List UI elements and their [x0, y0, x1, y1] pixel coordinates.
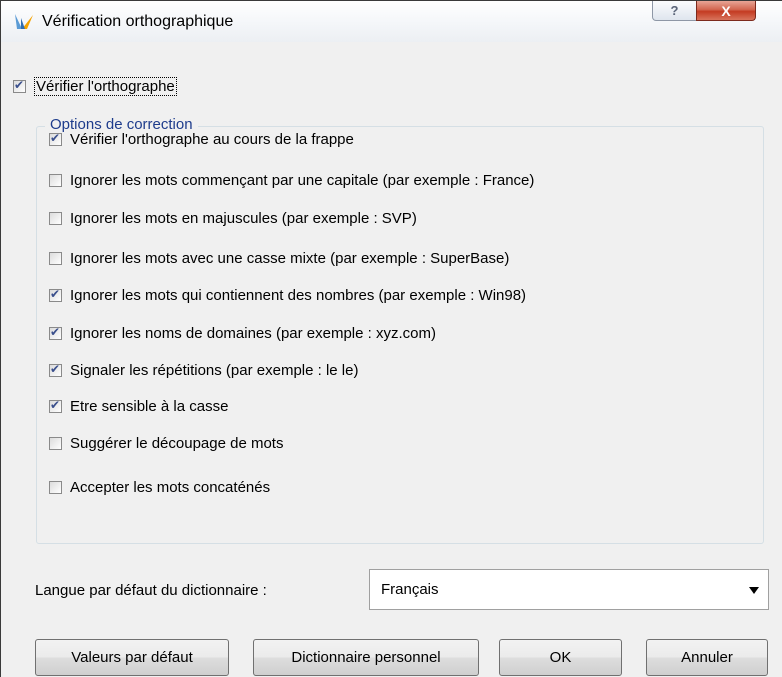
language-select-value: Français: [381, 581, 439, 598]
close-button[interactable]: X: [696, 1, 756, 21]
cancel-button[interactable]: Annuler: [646, 639, 768, 676]
option-label: Ignorer les mots avec une casse mixte (p…: [70, 250, 510, 267]
option-row[interactable]: Ignorer les mots commençant par une capi…: [49, 172, 534, 189]
option-row[interactable]: Signaler les répétitions (par exemple : …: [49, 362, 358, 379]
option-checkbox[interactable]: [49, 131, 62, 146]
option-label: Ignorer les noms de domaines (par exempl…: [70, 325, 436, 342]
option-label: Ignorer les mots qui contiennent des nom…: [70, 287, 527, 304]
option-label: Signaler les répétitions (par exemple : …: [70, 362, 359, 379]
option-row[interactable]: Ignorer les mots en majuscules (par exem…: [49, 210, 417, 227]
option-row[interactable]: Ignorer les mots avec une casse mixte (p…: [49, 250, 509, 267]
option-checkbox[interactable]: [49, 325, 62, 340]
option-row[interactable]: Accepter les mots concaténés: [49, 479, 270, 496]
chevron-down-icon[interactable]: [749, 587, 759, 594]
option-checkbox[interactable]: [49, 287, 62, 302]
option-checkbox[interactable]: [49, 212, 62, 225]
option-row[interactable]: Ignorer les mots qui contiennent des nom…: [49, 287, 526, 304]
option-checkbox[interactable]: [49, 362, 62, 377]
option-label: Accepter les mots concaténés: [70, 479, 271, 496]
spell-check-checkbox[interactable]: [13, 78, 26, 93]
option-label: Ignorer les mots commençant par une capi…: [70, 172, 535, 189]
option-label: Vérifier l'orthographe au cours de la fr…: [70, 131, 354, 148]
option-checkbox[interactable]: [49, 252, 62, 265]
ok-button[interactable]: OK: [499, 639, 622, 676]
dialog-window: Vérification orthographique ? X Vérifier…: [0, 0, 782, 677]
option-row[interactable]: Ignorer les noms de domaines (par exempl…: [49, 325, 436, 342]
defaults-button[interactable]: Valeurs par défaut: [35, 639, 229, 676]
option-checkbox[interactable]: [49, 174, 62, 187]
option-label: Suggérer le découpage de mots: [70, 435, 284, 452]
option-row[interactable]: Etre sensible à la casse: [49, 398, 228, 415]
option-row[interactable]: Suggérer le découpage de mots: [49, 435, 283, 452]
spell-check-label: Vérifier l'orthographe: [34, 77, 177, 96]
option-checkbox[interactable]: [49, 437, 62, 450]
window-title: Vérification orthographique: [42, 13, 234, 30]
language-label: Langue par défaut du dictionnaire :: [35, 582, 267, 599]
option-checkbox[interactable]: [49, 398, 62, 413]
spell-check-toggle[interactable]: Vérifier l'orthographe: [13, 77, 177, 96]
option-checkbox[interactable]: [49, 481, 62, 494]
app-logo-icon: [15, 14, 33, 29]
help-button[interactable]: ?: [652, 1, 697, 21]
dialog-content: Vérifier l'orthographe Options de correc…: [1, 42, 782, 677]
title-bar[interactable]: Vérification orthographique ? X: [1, 1, 782, 42]
personal-dictionary-button[interactable]: Dictionnaire personnel: [253, 639, 479, 676]
option-row[interactable]: Vérifier l'orthographe au cours de la fr…: [49, 131, 354, 148]
language-select[interactable]: Français: [369, 569, 769, 610]
option-label: Etre sensible à la casse: [70, 398, 229, 415]
option-label: Ignorer les mots en majuscules (par exem…: [70, 210, 417, 227]
